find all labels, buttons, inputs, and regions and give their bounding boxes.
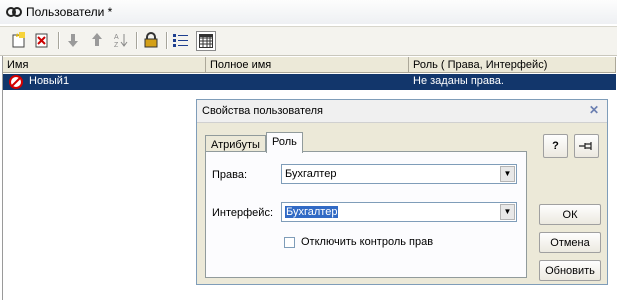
rights-select[interactable]: Бухгалтер ▼ [281,164,517,184]
toolbar: AZ [0,26,617,56]
pin-icon [578,142,592,150]
users-app-icon [6,7,22,17]
dialog-titlebar: Свойства пользователя ✕ [197,100,607,123]
cell-role: Не заданы права. [413,75,504,87]
no-entry-icon [9,75,23,89]
dialog-title: Свойства пользователя [202,105,324,117]
interface-label: Интерфейс: [212,207,273,219]
move-down-icon[interactable] [64,31,82,49]
column-header-name[interactable]: Имя [3,57,206,73]
chevron-down-icon[interactable]: ▼ [500,204,515,220]
move-up-icon[interactable] [88,31,106,49]
rights-label: Права: [212,169,248,181]
ok-button[interactable]: ОК [539,204,601,225]
interface-select-value: Бухгалтер [285,206,339,218]
lock-icon[interactable] [142,31,160,49]
window-title: Пользователи * [26,5,113,19]
cancel-button[interactable]: Отмена [539,232,601,253]
refresh-button[interactable]: Обновить [539,260,601,281]
toolbar-separator [58,32,60,49]
toolbar-separator [136,32,138,49]
interface-select[interactable]: Бухгалтер ▼ [281,202,517,222]
table-row[interactable]: Новый1 Не заданы права. [3,74,616,90]
column-header-role[interactable]: Роль ( Права, Интерфейс) [409,57,616,73]
question-icon: ? [552,140,559,152]
column-header-full-name[interactable]: Полное имя [206,57,409,73]
toolbar-separator [166,32,168,49]
user-properties-dialog: Свойства пользователя ✕ Атрибуты Роль Пр… [196,99,608,285]
new-user-icon[interactable] [10,31,28,49]
disable-rights-control-label[interactable]: Отключить контроль прав [301,236,433,248]
cell-name: Новый1 [29,75,70,87]
svg-text:Z: Z [114,42,119,48]
list-view-icon[interactable] [172,31,190,49]
close-icon[interactable]: ✕ [589,103,599,117]
chevron-down-icon[interactable]: ▼ [500,166,515,182]
table-view-icon[interactable] [196,31,216,51]
role-tab-panel: Права: Бухгалтер ▼ Интерфейс: Бухгалтер … [205,151,527,278]
sort-icon[interactable]: AZ [112,31,130,49]
svg-text:A: A [114,34,119,41]
pin-button[interactable] [574,134,599,158]
help-button[interactable]: ? [543,134,568,158]
tab-role[interactable]: Роль [266,132,303,153]
disable-rights-control-checkbox[interactable] [284,237,295,248]
tab-attributes[interactable]: Атрибуты [205,135,266,152]
window-titlebar: Пользователи * [0,0,617,24]
rights-select-value: Бухгалтер [285,168,337,180]
delete-user-icon[interactable] [33,31,51,49]
